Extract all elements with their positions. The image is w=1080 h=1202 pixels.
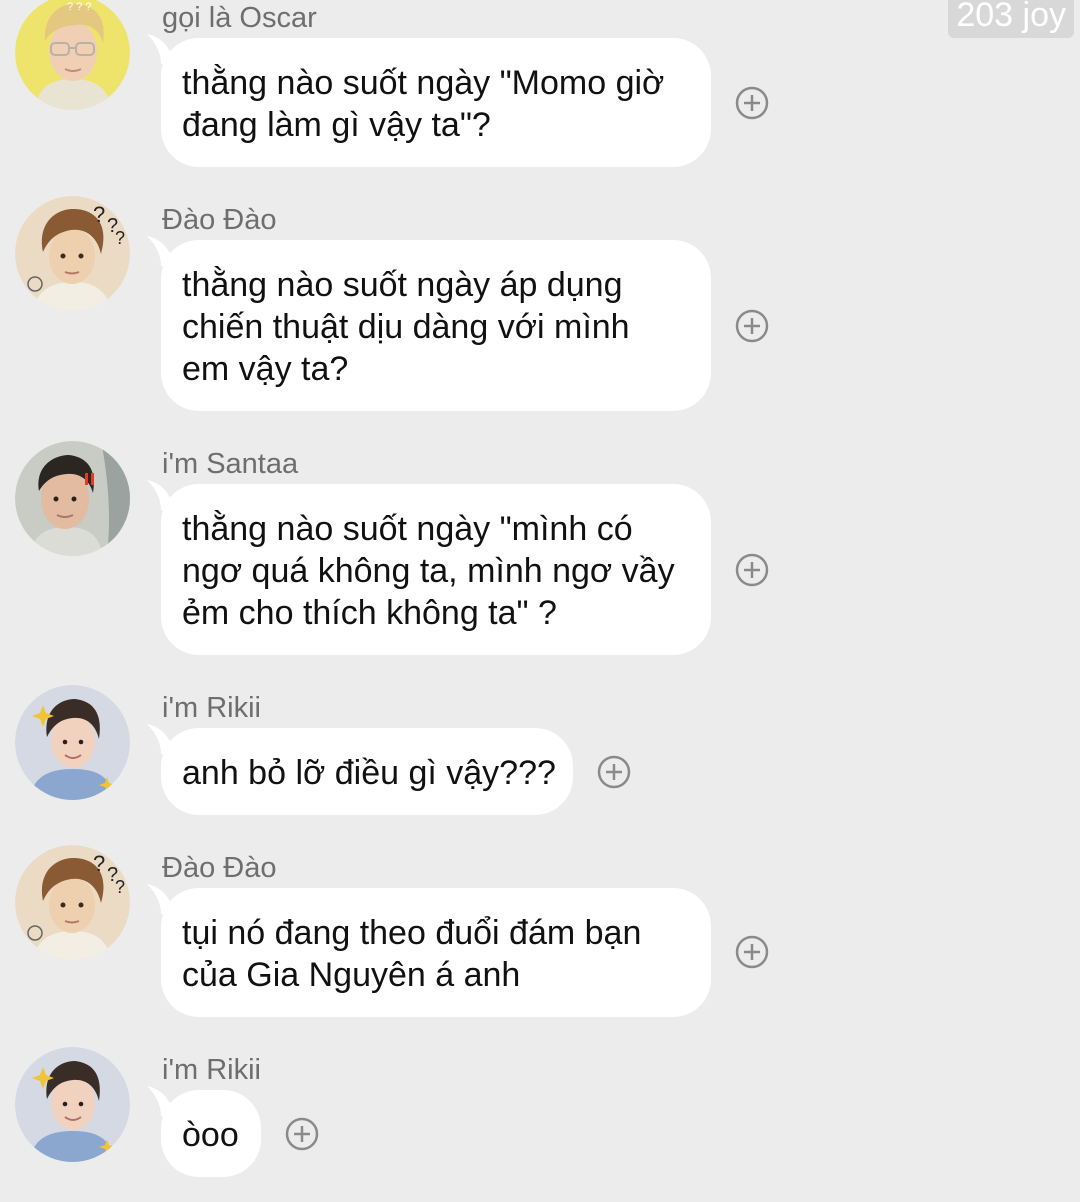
message-bubble[interactable]: òoo [147,1086,261,1177]
watermark-label: 203 joy [948,0,1074,38]
sender-name: gọi là Oscar [162,2,317,34]
avatar[interactable] [15,441,130,556]
message-text-line: của Gia Nguyên á anh [182,956,521,994]
avatar[interactable]: ? ? ? [15,196,130,311]
avatar[interactable] [15,685,130,800]
svg-text:?: ? [115,228,125,248]
bubble-tail [147,1086,187,1120]
user-avatar-icon: ? ? ? [15,0,130,110]
message-text-line: em vậy ta? [182,350,349,388]
user-avatar-icon [15,685,130,800]
add-reaction-icon[interactable] [597,755,631,789]
message-text-line: ẻm cho thích không ta" ? [182,594,557,632]
add-reaction-icon[interactable] [735,86,769,120]
message-text-line: thằng nào suốt ngày áp dụng [182,266,623,304]
svg-text:?: ? [115,877,125,897]
user-avatar-icon [15,441,130,556]
sender-name: i'm Rikii [162,1054,261,1086]
bubble-tail [147,34,187,68]
svg-text:?: ? [93,851,105,876]
add-reaction-icon[interactable] [735,935,769,969]
message-text-line: òoo [182,1116,239,1154]
message-text-line: chiến thuật dịu dàng với mình [182,308,630,346]
sender-name: i'm Rikii [162,692,261,724]
message-bubble[interactable]: thằng nào suốt ngày "mình có ngơ quá khô… [147,480,711,655]
add-reaction-icon[interactable] [735,553,769,587]
svg-text:?: ? [93,202,105,227]
message-bubble[interactable]: thằng nào suốt ngày áp dụng chiến thuật … [147,236,711,411]
bubble-tail [147,884,187,918]
sender-name: Đào Đào [162,852,277,884]
message-text-line: thằng nào suốt ngày "Momo giờ [182,64,665,102]
message-bubble[interactable]: thằng nào suốt ngày "Momo giờ đang làm g… [147,34,711,167]
user-avatar-icon: ? ? ? [15,196,130,311]
bubble-tail [147,724,187,758]
message-text-line: ngơ quá không ta, mình ngơ vầy [182,552,675,590]
message-bubble[interactable]: tụi nó đang theo đuổi đám bạn của Gia Ng… [147,884,711,1017]
message-text-line: tụi nó đang theo đuổi đám bạn [182,914,642,952]
user-avatar-icon: ? ? ? [15,845,130,960]
sender-name: i'm Santaa [162,448,299,480]
add-reaction-icon[interactable] [735,309,769,343]
message-text-line: thằng nào suốt ngày "mình có [182,510,633,548]
avatar[interactable]: ? ? ? [15,845,130,960]
bubble-tail [147,480,187,514]
avatar-badge: ? ? ? [67,1,91,13]
add-reaction-icon[interactable] [285,1117,319,1151]
sender-name: Đào Đào [162,204,277,236]
avatar[interactable]: ? ? ? [15,0,130,110]
avatar[interactable] [15,1047,130,1162]
bubble-tail [147,236,187,270]
message-text-line: anh bỏ lỡ điều gì vậy??? [182,754,556,792]
user-avatar-icon [15,1047,130,1162]
message-bubble[interactable]: anh bỏ lỡ điều gì vậy??? [147,724,573,815]
message-text-line: đang làm gì vậy ta"? [182,106,491,144]
